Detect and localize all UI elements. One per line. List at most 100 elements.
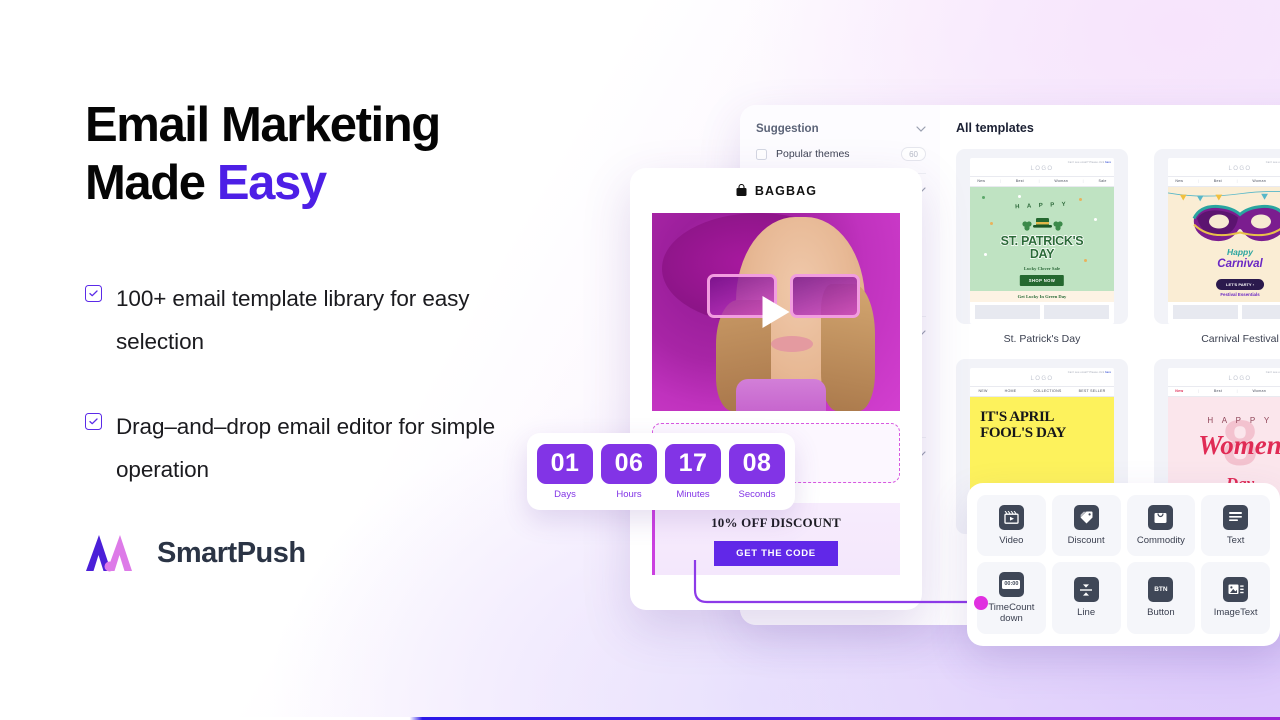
image-text-icon [1223,577,1249,603]
checkbox-icon[interactable] [756,148,767,160]
template-blocks [1168,302,1280,324]
section-title: All templates [956,121,1034,135]
template-card-st-patricks[interactable]: Can't see email? Please click here LOGO … [956,149,1128,345]
countdown-label: Minutes [676,488,710,500]
widget-commodity[interactable]: Commodity [1126,495,1196,557]
widget-imagetext[interactable]: ImageText [1201,562,1270,634]
filter-section-suggestion[interactable]: Suggestion [756,123,926,135]
countdown-label: Days [554,488,576,500]
email-hero-image[interactable] [652,213,900,411]
line-spacing-icon [1073,577,1099,603]
widget-label: Video [999,534,1024,546]
button-icon: BTN [1148,577,1174,603]
list-item-label: 100+ email template library for easy sel… [116,285,470,354]
widget-label: Discount [1067,534,1105,546]
widget-line[interactable]: Line [1051,562,1121,634]
template-thumbnail: Can't see email? Please click here LOGO … [956,149,1128,324]
list-item: 100+ email template library for easy sel… [85,277,555,363]
template-hero: H A P P Y ST. PATRICK'S DAY Lucky Clover… [970,186,1114,291]
countdown-value: 08 [729,443,785,484]
handbag-icon [736,184,747,196]
widget-label: Button [1147,607,1175,619]
countdown-value: 17 [665,443,721,484]
sweater-shape [736,379,826,411]
widget-label: TimeCount down [988,601,1035,624]
countdown-label: Hours [616,488,642,500]
template-hero-footer: Festival Essentials [1220,291,1260,297]
template-hero: Happy Carnival LET'S PARTY › Festival Es… [1168,186,1280,302]
template-nav: New| Best| Woman| Sale [970,175,1114,187]
discount-tag-icon [1073,504,1099,530]
video-icon [998,504,1024,530]
template-hero-kicker: H A P P Y [1015,201,1069,211]
email-brand-name: BAGBAG [754,183,818,198]
shopping-bag-icon [1148,504,1174,530]
leprechaun-hat-icon [1019,215,1065,237]
page-title: Email Marketing Made Easy [85,96,555,213]
template-thumbnail: Can't see email? Please click here LOGO … [1154,149,1280,324]
list-item-label: Drag–and–drop email editor for simple op… [116,413,495,483]
checkbox-checked-icon [85,284,102,302]
countdown-value: 06 [601,443,657,484]
template-hero-title-1: Happy [1227,246,1253,257]
brand-logo: SmartPush [85,533,555,573]
template-logo: LOGO [1030,375,1054,382]
template-nav: NEW HOME COLLECTIONS BEST SELLER [970,385,1114,397]
template-hero-button: LET'S PARTY › [1216,278,1264,290]
template-hero-subtitle: Lucky Clover Sale [1023,265,1061,271]
filter-count-badge: 60 [901,147,926,161]
template-hero-title-1: Women [1198,429,1280,460]
smartpush-logo-icon [85,533,141,573]
text-lines-icon [1223,504,1249,530]
headline-accent-word: Easy [216,156,327,211]
drag-connector-line [693,560,980,604]
countdown-unit-days: 01 Days [537,443,593,500]
template-hero-kicker: H A P P Y [1207,415,1273,425]
email-brand-header: BAGBAG [630,168,922,213]
countdown-unit-hours: 06 Hours [601,443,657,500]
discount-title: 10% OFF DISCOUNT [711,515,841,530]
widget-label: ImageText [1213,607,1258,619]
list-item: Drag–and–drop email editor for simple op… [85,405,555,491]
template-card-label: Carnival Festival [1201,333,1279,345]
play-icon[interactable] [762,296,790,328]
template-hero-title-2: Carnival [1217,258,1263,271]
widget-label: Line [1077,607,1096,619]
countdown-value: 01 [537,443,593,484]
template-footer-text: Get Lucky In Green Day [970,290,1114,302]
widget-video[interactable]: Video [977,495,1046,557]
template-card-carnival[interactable]: Can't see email? Please click here LOGO … [1154,149,1280,345]
countdown-unit-seconds: 08 Seconds [729,443,785,500]
template-hero-title: IT'S APRIL FOOL'S DAY [980,409,1066,441]
template-card-label: St. Patrick's Day [1003,333,1081,345]
template-logo: LOGO [1030,165,1054,172]
widget-text[interactable]: Text [1201,495,1270,557]
template-logo: LOGO [1228,375,1252,382]
filter-option-popular-themes[interactable]: Popular themes 60 [756,147,926,161]
widget-label: Text [1226,534,1245,546]
widget-timecountdown[interactable]: 00:00 TimeCount down [977,562,1046,634]
template-hero-title: ST. PATRICK'S DAY [1000,234,1084,261]
template-hero-button: SHOP NOW [1019,275,1065,286]
widget-discount[interactable]: Discount [1051,495,1121,557]
template-blocks [970,302,1114,324]
countdown-label: Seconds [738,488,776,500]
drag-connector-dot [974,596,988,610]
headline-line-1: Email Marketing [85,98,441,152]
feature-bullet-list: 100+ email template library for easy sel… [85,277,555,492]
widget-label: Commodity [1136,534,1185,546]
brand-name: SmartPush [157,536,306,569]
template-logo: LOGO [1228,165,1252,172]
widget-palette-panel: Video Discount Commodity Text 00:00 Time… [967,483,1280,646]
countdown-unit-minutes: 17 Minutes [665,443,721,500]
template-nav: New| Best| Woman| Sale [1168,385,1280,397]
filter-section-label: Suggestion [756,123,819,135]
widget-button[interactable]: BTN Button [1126,562,1196,634]
template-nav: New| Best| Woman| Sale [1168,175,1280,187]
lips-shape [771,335,814,352]
checkbox-checked-icon [85,412,102,430]
countdown-widget[interactable]: 01 Days 06 Hours 17 Minutes 08 Seconds [527,433,795,510]
marketing-column: Email Marketing Made Easy 100+ email tem… [85,96,555,573]
carnival-mask-icon [1190,202,1280,249]
timer-icon: 00:00 [998,571,1024,597]
